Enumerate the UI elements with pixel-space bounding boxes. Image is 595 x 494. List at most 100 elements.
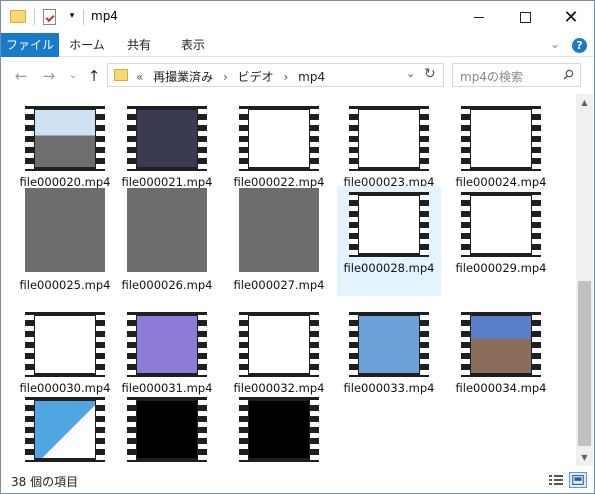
ribbon-expand-icon[interactable]: ⌄ (550, 37, 560, 51)
thumbnail-frame (359, 316, 419, 373)
large-icons-view-icon[interactable] (569, 472, 587, 488)
minimize-button[interactable] (456, 1, 502, 33)
file-item[interactable]: file000027.mp4 (227, 186, 331, 296)
thumbnail-frame (471, 110, 531, 167)
breadcrumb-item[interactable]: mp4 (298, 70, 325, 84)
file-item[interactable]: file000028.mp4 (337, 186, 441, 296)
folder-icon (114, 69, 128, 81)
film-strip-holes (349, 312, 358, 377)
up-arrow-icon[interactable]: ↑ (84, 66, 104, 86)
scrollbar-thumb[interactable] (578, 281, 591, 446)
close-button[interactable]: ✕ (548, 1, 594, 33)
film-strip-holes (420, 106, 429, 171)
film-strip-holes (461, 106, 470, 171)
file-item[interactable]: file000036.mp4 (115, 391, 219, 466)
film-strip-holes (239, 397, 248, 462)
film-strip-holes (310, 312, 319, 377)
film-strip-holes (25, 106, 34, 171)
thumbnail-frame (471, 196, 531, 253)
film-strip-holes (310, 397, 319, 462)
address-bar[interactable]: « 再撮業済み › ビデオ › mp4 ⌄ ↻ (107, 63, 444, 87)
film-strip-holes (127, 312, 136, 377)
chevron-right-icon[interactable]: › (223, 70, 228, 84)
tab-home[interactable]: ホーム (61, 33, 113, 57)
maximize-button[interactable] (502, 1, 548, 33)
file-item[interactable]: file000029.mp4 (449, 186, 553, 296)
breadcrumb-overflow-icon[interactable]: « (136, 70, 143, 84)
explorer-window: ▾ mp4 ✕ ファイル ホーム 共有 表示 ⌄ ? ← → ⌄ ↑ « 再撮業… (0, 0, 595, 494)
video-thumbnail (349, 312, 429, 377)
recent-locations-icon[interactable]: ⌄ (63, 66, 83, 86)
file-name: file000029.mp4 (455, 261, 547, 275)
navigation-bar: ← → ⌄ ↑ « 再撮業済み › ビデオ › mp4 ⌄ ↻ mp4の検索 (1, 58, 594, 94)
help-icon[interactable]: ? (572, 38, 587, 53)
video-thumbnail (349, 106, 429, 171)
video-thumbnail (239, 397, 319, 462)
refresh-icon[interactable]: ↻ (424, 66, 436, 82)
file-item[interactable]: file000037.mp4 (227, 391, 331, 466)
video-thumbnail (127, 312, 207, 377)
file-name: file000034.mp4 (455, 381, 547, 395)
back-arrow-icon[interactable]: ← (11, 66, 31, 86)
thumbnail-frame (249, 401, 309, 458)
file-item[interactable]: file000025.mp4 (13, 186, 117, 296)
thumbnail-frame (35, 401, 95, 458)
search-input[interactable]: mp4の検索 (452, 63, 581, 87)
file-item[interactable]: file000033.mp4 (337, 306, 441, 416)
details-view-icon[interactable] (547, 472, 565, 488)
breadcrumb: « 再撮業済み › ビデオ › mp4 (136, 68, 331, 85)
file-name: file000027.mp4 (233, 278, 325, 292)
video-thumbnail (25, 188, 105, 272)
video-thumbnail (127, 188, 207, 272)
toolbar-separator (83, 9, 84, 25)
video-thumbnail (239, 188, 319, 272)
thumbnail-frame (35, 316, 95, 373)
film-strip-holes (96, 397, 105, 462)
video-thumbnail (239, 106, 319, 171)
video-thumbnail (127, 397, 207, 462)
film-strip-holes (25, 312, 34, 377)
breadcrumb-item[interactable]: ビデオ (238, 70, 274, 84)
forward-arrow-icon[interactable]: → (39, 66, 59, 86)
scroll-up-icon[interactable]: ▲ (576, 94, 593, 111)
status-bar: 38 個の項目 (1, 468, 594, 493)
tab-view[interactable]: 表示 (171, 33, 215, 57)
window-title: mp4 (91, 9, 118, 23)
film-strip-holes (461, 192, 470, 257)
file-name: file000028.mp4 (343, 261, 435, 275)
quick-access-dropdown-icon[interactable]: ▾ (65, 7, 79, 25)
video-thumbnail (25, 397, 105, 462)
thumbnail-frame (359, 196, 419, 253)
film-strip-holes (461, 312, 470, 377)
video-thumbnail (127, 106, 207, 171)
scroll-down-icon[interactable]: ▼ (576, 449, 593, 466)
breadcrumb-item[interactable]: 再撮業済み (153, 70, 213, 84)
video-thumbnail (461, 312, 541, 377)
address-dropdown-icon[interactable]: ⌄ (406, 67, 415, 80)
item-count: 38 個の項目 (11, 475, 79, 489)
film-strip-holes (420, 312, 429, 377)
vertical-scrollbar[interactable]: ▲ ▼ (576, 94, 593, 466)
film-strip-holes (127, 397, 136, 462)
ribbon-tabs: ファイル ホーム 共有 表示 ⌄ ? (1, 33, 594, 57)
thumbnail-frame (35, 110, 95, 167)
file-view: file000020.mp4 file000021.mp4 file000022.m… (1, 94, 576, 466)
tab-file[interactable]: ファイル (1, 33, 59, 57)
chevron-right-icon[interactable]: › (284, 70, 289, 84)
thumbnail-frame (359, 110, 419, 167)
film-strip-holes (420, 192, 429, 257)
file-item[interactable]: file000034.mp4 (449, 306, 553, 416)
file-item[interactable]: file000026.mp4 (115, 186, 219, 296)
thumbnail-frame (471, 316, 531, 373)
search-icon[interactable] (563, 69, 574, 80)
thumbnail-frame (249, 316, 309, 373)
tab-share[interactable]: 共有 (117, 33, 161, 57)
title-bar: ▾ mp4 ✕ (1, 1, 594, 33)
file-item[interactable]: file000035.mp4 (13, 391, 117, 466)
film-strip-holes (310, 106, 319, 171)
video-thumbnail (461, 192, 541, 257)
folder-icon[interactable] (10, 10, 26, 23)
properties-icon[interactable] (43, 9, 56, 25)
film-strip-holes (532, 192, 541, 257)
video-thumbnail (25, 106, 105, 171)
